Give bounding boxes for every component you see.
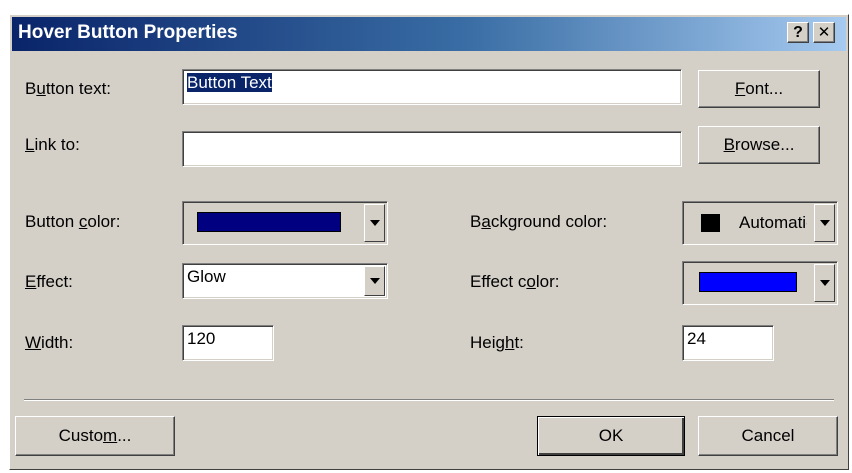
help-icon: ? — [793, 23, 803, 41]
link-to-input[interactable] — [182, 131, 682, 167]
width-value: 120 — [187, 329, 216, 348]
effect-select[interactable]: Glow — [182, 263, 388, 299]
background-color-label: Background color: — [470, 212, 608, 231]
font-button[interactable]: Font... — [698, 70, 820, 108]
effect-dropdown-button[interactable] — [364, 266, 385, 296]
height-value: 24 — [687, 329, 706, 348]
background-color-swatch — [701, 214, 720, 232]
title-bar[interactable]: Hover Button Properties ? ✕ — [12, 17, 846, 51]
background-color-dropdown-button[interactable] — [814, 204, 835, 242]
button-text-value: Button Text — [187, 73, 272, 92]
dialog-title: Hover Button Properties — [18, 22, 238, 43]
chevron-down-icon — [369, 220, 380, 226]
effect-color-label: Effect color: — [470, 272, 560, 291]
effect-color-swatch — [699, 272, 797, 292]
cancel-button[interactable]: Cancel — [698, 416, 838, 456]
close-icon: ✕ — [817, 24, 831, 41]
button-color-picker[interactable] — [182, 201, 388, 245]
custom-button[interactable]: Custom... — [15, 416, 175, 456]
button-text-input[interactable]: Button Text — [182, 69, 682, 105]
effect-value: Glow — [187, 267, 226, 286]
ok-button[interactable]: OK — [537, 416, 685, 456]
hover-button-properties-dialog: Hover Button Properties ? ✕ Button text:… — [9, 14, 849, 470]
background-color-picker[interactable]: Automatic — [682, 201, 838, 245]
button-color-swatch — [197, 212, 341, 232]
chevron-down-icon — [369, 278, 380, 284]
effect-color-picker[interactable] — [682, 261, 838, 305]
height-label: Height: — [470, 333, 524, 352]
link-to-label: Link to: — [25, 135, 80, 154]
height-input[interactable]: 24 — [682, 325, 774, 361]
effect-color-dropdown-button[interactable] — [814, 264, 835, 302]
browse-button[interactable]: Browse... — [698, 126, 820, 164]
button-color-dropdown-button[interactable] — [364, 204, 385, 242]
separator — [24, 399, 834, 401]
width-input[interactable]: 120 — [182, 325, 274, 361]
button-color-label: Button color: — [25, 212, 121, 231]
width-label: Width: — [25, 333, 74, 352]
chevron-down-icon — [819, 280, 830, 286]
chevron-down-icon — [819, 220, 830, 226]
background-color-value: Automatic — [739, 213, 807, 232]
help-button[interactable]: ? — [787, 22, 809, 43]
button-text-label: Button text: — [25, 79, 112, 98]
effect-label: Effect: — [25, 272, 73, 291]
close-button[interactable]: ✕ — [813, 22, 835, 43]
